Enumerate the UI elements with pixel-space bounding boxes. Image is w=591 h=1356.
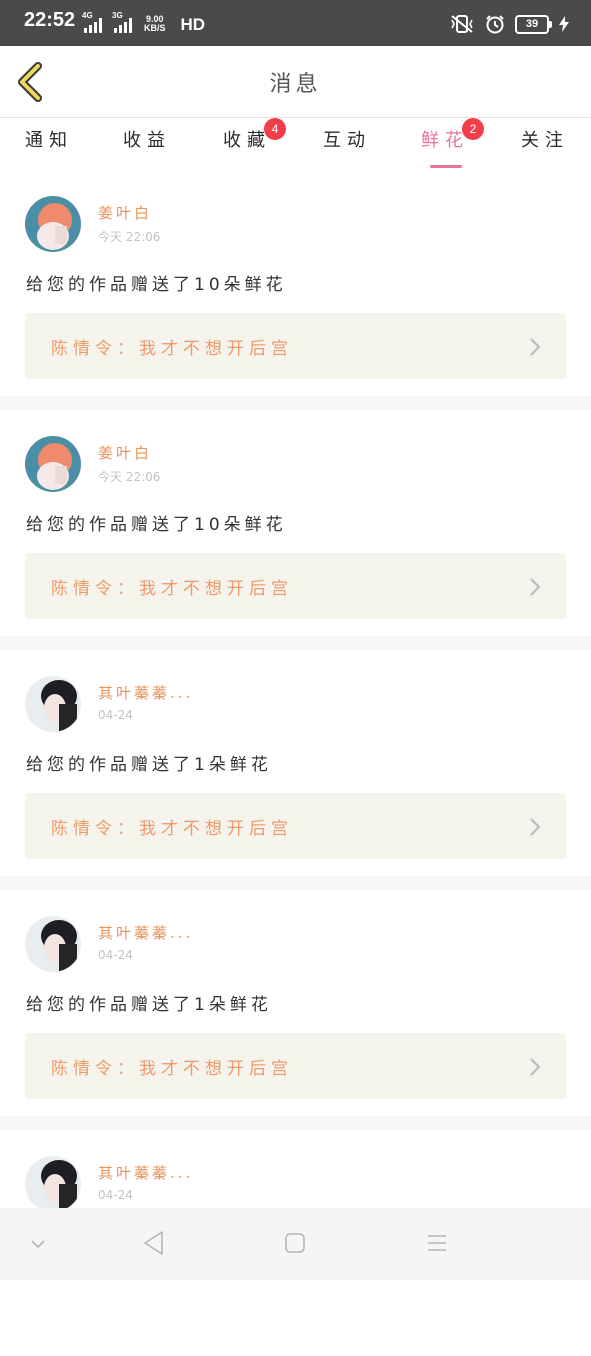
tab-follows[interactable]: 关注: [510, 126, 580, 166]
tab-flowers[interactable]: 鲜花 2: [410, 118, 484, 168]
tab-interactions[interactable]: 互动: [312, 126, 382, 166]
tab-label: 收益: [123, 130, 171, 151]
chevron-right-icon: [530, 338, 541, 356]
home-square-icon[interactable]: [284, 1232, 306, 1254]
divider: [0, 876, 591, 890]
list-item: 其叶蓁蓁... 04-24 给您的作品赠送了1朵鲜花 陈情令：我才不想开后宫: [0, 650, 591, 876]
tab-notifications[interactable]: 通知: [14, 126, 84, 166]
username[interactable]: 其叶蓁蓁...: [98, 682, 193, 703]
network-speed: 9.00 KB/S: [144, 15, 166, 33]
chevron-right-icon: [530, 578, 541, 596]
timestamp: 今天 22:06: [98, 470, 161, 484]
tab-favorites[interactable]: 收藏 4: [212, 118, 286, 166]
work-title: 陈情令：我才不想开后宫: [51, 579, 293, 599]
chevron-right-icon: [530, 1058, 541, 1076]
work-link[interactable]: 陈情令：我才不想开后宫: [25, 553, 566, 619]
work-title: 陈情令：我才不想开后宫: [51, 819, 293, 839]
avatar[interactable]: [25, 196, 81, 252]
tab-earnings[interactable]: 收益: [112, 126, 182, 166]
tab-label: 收藏: [223, 130, 271, 151]
username[interactable]: 其叶蓁蓁...: [98, 1162, 193, 1183]
alarm-icon: [486, 15, 504, 34]
tab-label: 鲜花: [421, 130, 469, 151]
work-link[interactable]: 陈情令：我才不想开后宫: [25, 313, 566, 379]
chevron-right-icon: [530, 818, 541, 836]
status-right: 39: [449, 14, 569, 34]
work-title: 陈情令：我才不想开后宫: [51, 339, 293, 359]
header: 消息: [0, 46, 591, 118]
work-link[interactable]: 陈情令：我才不想开后宫: [25, 793, 566, 859]
page-title: 消息: [269, 72, 322, 97]
work-link[interactable]: 陈情令：我才不想开后宫: [25, 1033, 566, 1099]
status-bar: 22:52 4G 3G 9.00 KB/S HD 39: [0, 0, 591, 46]
active-tab-indicator: [430, 165, 462, 168]
list-item: 姜叶白 今天 22:06 给您的作品赠送了10朵鲜花 陈情令：我才不想开后宫: [0, 170, 591, 396]
timestamp: 04-24: [98, 1188, 133, 1202]
list-item: 其叶蓁蓁... 04-24 给您的作品赠送了1朵鲜花 陈情令：我才不想开后宫: [0, 890, 591, 1116]
back-triangle-icon[interactable]: [142, 1230, 166, 1256]
list-item: 姜叶白 今天 22:06 给您的作品赠送了10朵鲜花 陈情令：我才不想开后宫: [0, 410, 591, 636]
username[interactable]: 姜叶白: [98, 442, 152, 463]
battery-icon: 39: [515, 14, 552, 34]
chevron-down-icon[interactable]: [30, 1238, 46, 1250]
avatar[interactable]: [25, 436, 81, 492]
speed-unit: KB/S: [144, 23, 166, 33]
vibrate-off-icon: [451, 15, 473, 33]
unread-badge: 4: [264, 118, 286, 140]
tab-bar: 通知 收益 收藏 4 互动 鲜花 2 关注: [0, 118, 591, 170]
menu-icon[interactable]: [426, 1232, 448, 1254]
divider: [0, 1116, 591, 1130]
unread-badge: 2: [462, 118, 484, 140]
username[interactable]: 姜叶白: [98, 202, 152, 223]
message-text: 给您的作品赠送了1朵鲜花: [26, 755, 272, 775]
network-type-2: 3G: [112, 11, 123, 20]
charging-icon: [559, 16, 569, 32]
avatar[interactable]: [25, 1156, 81, 1212]
tab-label: 关注: [521, 130, 569, 151]
tab-label: 互动: [323, 130, 371, 151]
message-text: 给您的作品赠送了1朵鲜花: [26, 995, 272, 1015]
timestamp: 04-24: [98, 708, 133, 722]
network-type: 4G: [82, 11, 93, 20]
message-text: 给您的作品赠送了10朵鲜花: [26, 515, 287, 535]
signal-icon-2: 3G: [112, 11, 132, 33]
timestamp: 04-24: [98, 948, 133, 962]
divider: [0, 396, 591, 410]
message-text: 给您的作品赠送了10朵鲜花: [26, 275, 287, 295]
signal-icon: 4G: [82, 11, 102, 33]
avatar[interactable]: [25, 676, 81, 732]
divider: [0, 636, 591, 650]
message-list: 姜叶白 今天 22:06 给您的作品赠送了10朵鲜花 陈情令：我才不想开后宫 姜…: [0, 170, 591, 1356]
system-nav-bar: [0, 1208, 591, 1280]
network-status: 4G 3G 9.00 KB/S HD: [82, 11, 206, 34]
username[interactable]: 其叶蓁蓁...: [98, 922, 193, 943]
status-time: 22:52: [24, 9, 76, 31]
avatar[interactable]: [25, 916, 81, 972]
tab-label: 通知: [25, 130, 73, 151]
hd-indicator: HD: [180, 15, 206, 34]
timestamp: 今天 22:06: [98, 230, 161, 244]
work-title: 陈情令：我才不想开后宫: [51, 1059, 293, 1079]
